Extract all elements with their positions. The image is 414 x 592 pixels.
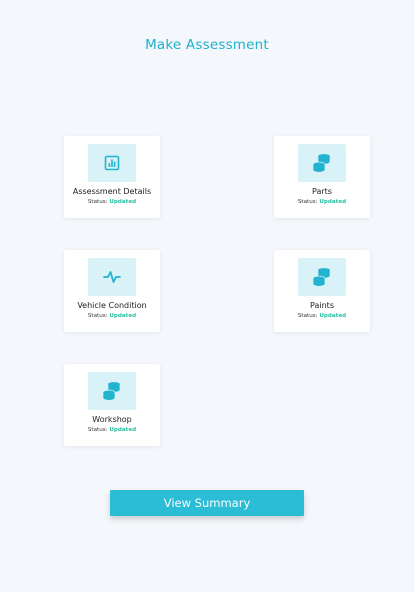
card-assessment-details[interactable]: Assessment Details Status: Updated xyxy=(64,136,160,218)
status-value: Updated xyxy=(109,313,137,319)
coins-stack-icon xyxy=(102,382,121,401)
status-value: Updated xyxy=(109,199,137,205)
card-label: Assessment Details xyxy=(72,187,152,196)
card-icon-box xyxy=(298,144,346,182)
card-workshop[interactable]: Workshop Status: Updated xyxy=(64,364,160,446)
page-title: Make Assessment xyxy=(145,37,269,53)
card-status: Status: Updated xyxy=(274,199,370,205)
card-label: Paints xyxy=(310,301,334,310)
status-value: Updated xyxy=(319,313,347,319)
bar-chart-icon xyxy=(104,155,120,171)
status-label: Status: xyxy=(87,313,108,319)
status-value: Updated xyxy=(319,199,347,205)
card-status: Status: Updated xyxy=(64,199,160,205)
status-label: Status: xyxy=(87,199,108,205)
activity-pulse-icon xyxy=(103,271,121,283)
status-label: Status: xyxy=(297,199,318,205)
card-parts[interactable]: Parts Status: Updated xyxy=(274,136,370,218)
card-label: Vehicle Condition xyxy=(77,301,147,310)
card-paints[interactable]: Paints Status: Updated xyxy=(274,250,370,332)
coins-stack-icon xyxy=(312,268,331,287)
coins-stack-icon xyxy=(312,154,331,173)
card-icon-box xyxy=(88,372,136,410)
status-value: Updated xyxy=(109,427,137,433)
card-icon-box xyxy=(88,258,136,296)
card-status: Status: Updated xyxy=(64,313,160,319)
card-status: Status: Updated xyxy=(64,427,160,433)
card-status: Status: Updated xyxy=(274,313,370,319)
card-label: Workshop xyxy=(92,415,132,424)
status-label: Status: xyxy=(297,313,318,319)
card-vehicle-condition[interactable]: Vehicle Condition Status: Updated xyxy=(64,250,160,332)
card-label: Parts xyxy=(312,187,332,196)
status-label: Status: xyxy=(87,427,108,433)
view-summary-button[interactable]: View Summary xyxy=(110,490,304,516)
card-icon-box xyxy=(88,144,136,182)
card-icon-box xyxy=(298,258,346,296)
